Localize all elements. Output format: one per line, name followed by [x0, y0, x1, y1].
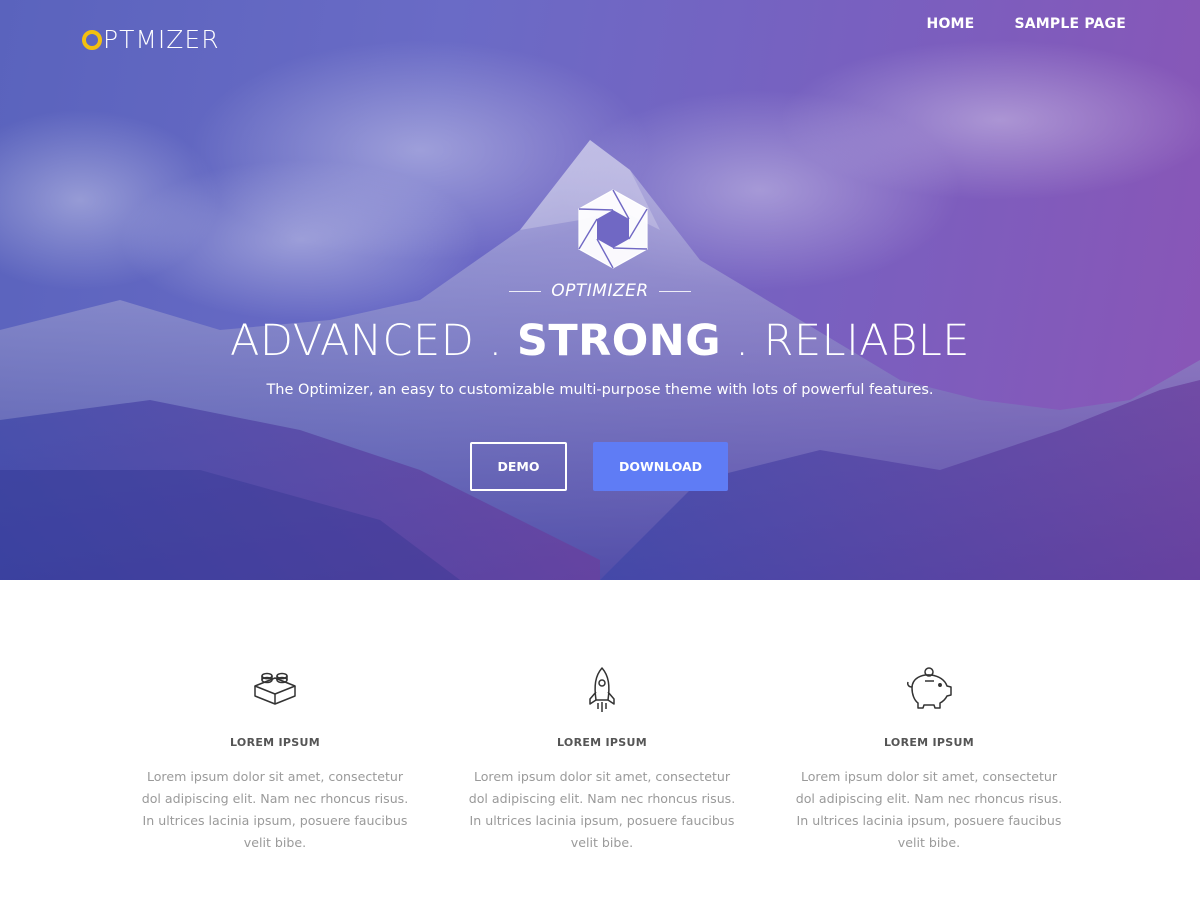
hexagon-logo-icon	[578, 189, 648, 269]
nav-item-home[interactable]: HOME	[927, 16, 975, 32]
download-button[interactable]: DOWNLOAD	[593, 442, 728, 491]
site-logo[interactable]: PTMIZER	[82, 24, 220, 54]
feature-text: Lorem ipsum dolor sit amet, consectetur …	[141, 769, 409, 850]
hero-tagline: The Optimizer, an easy to customizable m…	[266, 382, 934, 398]
brand-name: OPTIMIZER	[551, 281, 649, 301]
demo-button[interactable]: DEMO	[470, 442, 567, 491]
logo-ring-icon	[82, 29, 102, 50]
hero-section: PTMIZER HOME SAMPLE PAGE OPTIMIZER ADVAN…	[0, 0, 1200, 580]
lego-brick-icon	[254, 672, 296, 705]
headline-part2: . RELIABLE	[721, 316, 970, 366]
logo-text: PTMIZER	[103, 24, 220, 54]
feature-title: LOREM IPSUM	[230, 736, 320, 749]
headline-part1: ADVANCED .	[230, 316, 517, 366]
divider-right	[658, 290, 691, 292]
feature-text: Lorem ipsum dolor sit amet, consectetur …	[795, 769, 1063, 850]
features-section: LOREM IPSUM Lorem ipsum dolor sit amet, …	[0, 580, 1200, 900]
brand-name-row: OPTIMIZER	[0, 281, 1200, 301]
main-nav: HOME SAMPLE PAGE	[927, 16, 1126, 32]
feature-text: Lorem ipsum dolor sit amet, consectetur …	[468, 769, 736, 850]
headline-strong: STRONG	[516, 316, 722, 366]
piggy-bank-icon	[907, 667, 952, 709]
rocket-icon	[589, 667, 615, 712]
nav-item-sample-page[interactable]: SAMPLE PAGE	[1014, 16, 1126, 32]
feature-title: LOREM IPSUM	[884, 736, 974, 749]
feature-title: LOREM IPSUM	[557, 736, 647, 749]
divider-left	[509, 290, 542, 292]
hero-headline: ADVANCED . STRONG . RELIABLE	[0, 316, 1200, 366]
